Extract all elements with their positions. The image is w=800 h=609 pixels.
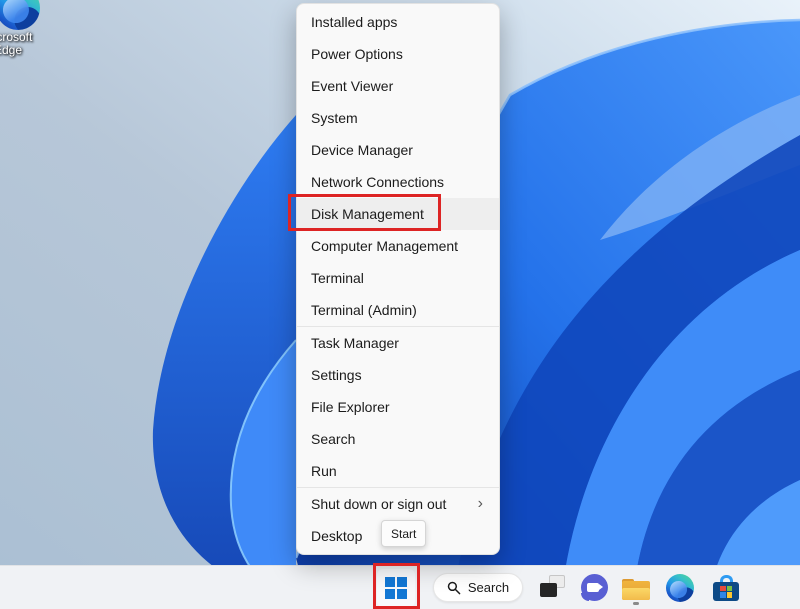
start-tooltip: Start (381, 520, 427, 547)
shortcut-label: Microsoft Edge (0, 30, 33, 57)
store-icon (713, 582, 739, 601)
menu-item-label: Desktop (311, 528, 363, 544)
menu-item-computer-management[interactable]: Computer Management (297, 230, 499, 262)
chat-button[interactable] (581, 574, 608, 601)
menu-item-label: Computer Management (311, 238, 459, 254)
microsoft-logo-icon (720, 585, 732, 598)
menu-item-installed-apps[interactable]: Installed apps (297, 6, 499, 38)
menu-item-run[interactable]: Run (297, 455, 499, 487)
task-view-button[interactable] (540, 575, 565, 599)
menu-item-terminal-admin[interactable]: Terminal (Admin) (297, 294, 499, 326)
edge-icon (666, 574, 694, 602)
windows-desktop: Microsoft Edge Installed apps Power Opti… (0, 0, 800, 609)
search-button[interactable]: Search (433, 573, 523, 602)
menu-item-task-manager[interactable]: Task Manager (297, 327, 499, 359)
menu-item-label: Terminal (Admin) (311, 302, 417, 318)
menu-item-label: Device Manager (311, 142, 413, 158)
chat-icon (581, 574, 608, 601)
menu-item-device-manager[interactable]: Device Manager (297, 134, 499, 166)
video-camera-icon (587, 583, 603, 592)
disk-management-highlight-box (288, 194, 441, 231)
menu-item-system[interactable]: System (297, 102, 499, 134)
menu-item-event-viewer[interactable]: Event Viewer (297, 70, 499, 102)
menu-item-label: Installed apps (311, 14, 398, 30)
menu-item-label: Settings (311, 367, 362, 383)
menu-item-label: System (311, 110, 358, 126)
microsoft-store-button[interactable] (711, 572, 741, 604)
menu-item-label: Event Viewer (311, 78, 394, 94)
task-view-icon (540, 583, 557, 597)
menu-item-search[interactable]: Search (297, 423, 499, 455)
submenu-chevron-icon: › (477, 495, 483, 512)
menu-item-label: Shut down or sign out (311, 496, 447, 512)
menu-item-file-explorer[interactable]: File Explorer (297, 391, 499, 423)
menu-item-power-options[interactable]: Power Options (297, 38, 499, 70)
running-app-indicator (633, 602, 639, 605)
menu-item-label: Search (311, 431, 356, 447)
menu-item-label: Run (311, 463, 337, 479)
menu-item-shut-down-or-sign-out[interactable]: Shut down or sign out › (297, 488, 499, 520)
search-label: Search (467, 580, 510, 595)
folder-icon (622, 578, 650, 600)
edge-icon (0, 0, 40, 30)
winx-context-menu: Installed apps Power Options Event Viewe… (296, 3, 500, 555)
edge-browser-button[interactable] (666, 574, 694, 602)
menu-item-label: Power Options (311, 46, 403, 62)
menu-item-label: Terminal (311, 270, 364, 286)
menu-item-settings[interactable]: Settings (297, 359, 499, 391)
search-icon (447, 581, 461, 594)
menu-item-terminal[interactable]: Terminal (297, 262, 499, 294)
menu-item-label: File Explorer (311, 399, 390, 415)
menu-item-label: Task Manager (311, 335, 399, 351)
file-explorer-button[interactable] (622, 575, 650, 605)
start-button-highlight-box (373, 563, 420, 609)
menu-item-label: Network Connections (311, 174, 445, 190)
edge-desktop-shortcut[interactable]: Microsoft Edge (0, 0, 68, 62)
